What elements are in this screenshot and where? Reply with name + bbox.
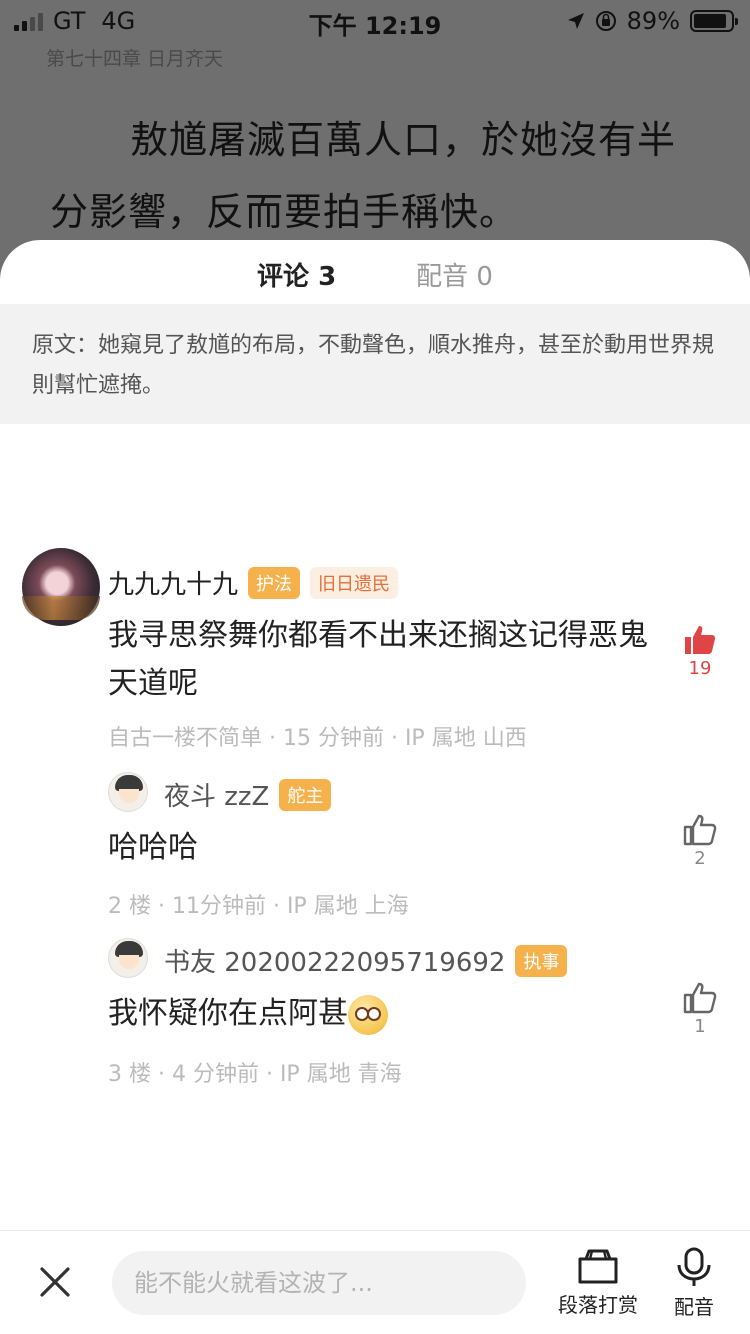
tab-comments[interactable]: 评论 3 — [257, 256, 336, 304]
microphone-icon — [677, 1247, 711, 1286]
bottom-bar: 段落打赏 配音 — [0, 1230, 750, 1334]
paragraph-reward-button[interactable]: 段落打赏 — [556, 1247, 640, 1318]
location-arrow-icon — [567, 13, 584, 29]
comment-meta: 3 楼 · 4 分钟前 · IP 属地 青海 — [108, 1062, 402, 1087]
comment-header: 九九九十九 护法 旧日遗民 — [108, 564, 399, 601]
chapter-title: 第七十四章 日月齐天 — [46, 48, 224, 70]
thumbs-up-icon — [683, 982, 717, 1014]
thumbs-up-icon — [683, 814, 717, 846]
comment-input[interactable] — [112, 1251, 526, 1315]
comment-text[interactable]: 我怀疑你在点阿甚 — [108, 990, 648, 1038]
comment-text[interactable]: 哈哈哈 — [108, 824, 648, 872]
rank-badge: 执事 — [515, 944, 568, 977]
tab-dubbing[interactable]: 配音 0 — [416, 256, 493, 304]
reader-paragraph: 敖馗屠滅百萬人口，於她沒有半分影響，反而要拍手稱快。 — [50, 118, 677, 234]
avatar[interactable] — [108, 772, 148, 812]
comment-text-content: 我怀疑你在点阿甚 — [108, 996, 348, 1031]
original-quote: 原文：她窺見了敖馗的布局，不動聲色，順水推舟，甚至於動用世界規則幫忙遮掩。 — [0, 304, 750, 424]
comment-meta: 自古一楼不简单 · 15 分钟前 · IP 属地 山西 — [108, 726, 527, 751]
username[interactable]: 书友 20200222095719692 — [164, 942, 505, 979]
like-button[interactable]: 2 — [680, 814, 720, 869]
username[interactable]: 夜斗 zzZ — [164, 776, 269, 813]
avatar[interactable] — [22, 548, 100, 626]
status-bar: GT 4G 下午 12:19 89% — [0, 0, 750, 40]
comment-header: 夜斗 zzZ 舵主 — [164, 776, 332, 813]
avatar[interactable] — [108, 938, 148, 978]
comment-sheet: 评论 3 配音 0 原文：她窺見了敖馗的布局，不動聲色，順水推舟，甚至於動用世界… — [0, 240, 750, 1334]
status-right: 89% — [567, 7, 738, 35]
username[interactable]: 九九九十九 — [108, 564, 238, 601]
dizzy-eyes-emoji-icon — [348, 994, 388, 1035]
comment-text[interactable]: 我寻思祭舞你都看不出来还搁这记得恶鬼天道呢 — [108, 612, 648, 708]
comment-header: 书友 20200222095719692 执事 — [164, 942, 568, 979]
thumbs-up-filled-icon — [685, 626, 716, 654]
reward-label: 段落打赏 — [558, 1293, 638, 1317]
battery-percent: 89% — [626, 7, 680, 35]
like-button[interactable]: 1 — [680, 982, 720, 1037]
reward-folder-icon — [578, 1249, 618, 1284]
dub-button[interactable]: 配音 — [664, 1247, 724, 1320]
like-count: 2 — [694, 848, 706, 869]
like-count: 19 — [688, 658, 712, 679]
rotation-lock-icon — [595, 11, 616, 31]
battery-icon — [690, 10, 738, 32]
sheet-tabs: 评论 3 配音 0 — [0, 240, 750, 304]
close-icon[interactable] — [38, 1265, 72, 1299]
rank-badge: 护法 — [248, 566, 301, 599]
like-button[interactable]: 19 — [680, 624, 720, 679]
like-count: 1 — [694, 1016, 706, 1037]
comment-meta: 2 楼 · 11分钟前 · IP 属地 上海 — [108, 894, 409, 919]
dub-label: 配音 — [674, 1295, 714, 1319]
rank-badge: 舵主 — [279, 778, 332, 811]
title-badge: 旧日遗民 — [310, 566, 399, 599]
